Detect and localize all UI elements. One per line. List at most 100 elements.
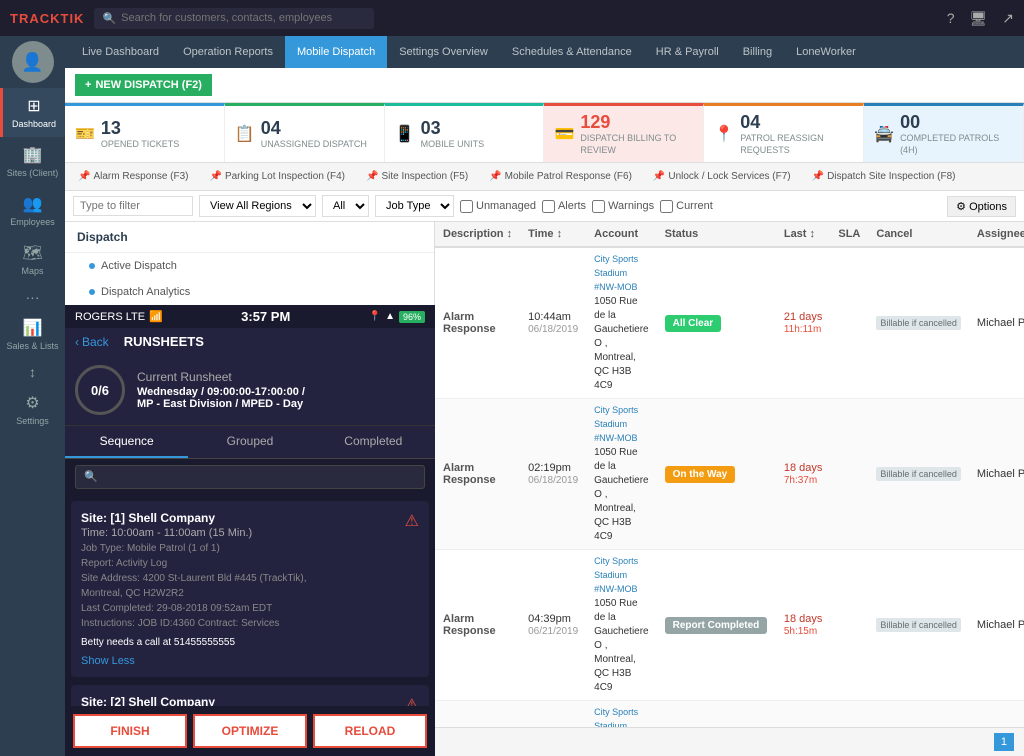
- cell-account: City Sports Stadium #NW-MOB1050 Rue de l…: [586, 550, 656, 701]
- tab-billing[interactable]: Billing: [731, 36, 784, 68]
- tab-completed[interactable]: Completed: [312, 426, 435, 458]
- carrier-text: ROGERS LTE: [75, 311, 145, 323]
- optimize-button[interactable]: OPTIMIZE: [193, 714, 307, 748]
- stats-row: 🎫 13 OPENED TICKETS 📋 04 UNASSIGNED DISP…: [65, 103, 1024, 163]
- options-button[interactable]: ⚙ Options: [947, 196, 1016, 217]
- stat-patrol-reassign[interactable]: 📍 04 PATROL REASSIGN REQUESTS: [704, 103, 864, 162]
- tab-settings-overview[interactable]: Settings Overview: [387, 36, 500, 68]
- table-row: Alarm Response 10:44am06/18/2019 City Sp…: [435, 247, 1024, 399]
- sub-tab-alarm-response[interactable]: 📌 Alarm Response (F3): [70, 169, 196, 184]
- filter-row: View All Regions All Job Type Unmanaged …: [65, 191, 1024, 222]
- table-row: Alarm Response 04:39pm06/21/2019 City Sp…: [435, 550, 1024, 701]
- stat-unassigned[interactable]: 📋 04 UNASSIGNED DISPATCH: [225, 103, 385, 162]
- runsheet-info: 0/6 Current Runsheet Wednesday / 09:00:0…: [65, 355, 435, 426]
- stat-opened-tickets[interactable]: 🎫 13 OPENED TICKETS: [65, 103, 225, 162]
- dispatch-active[interactable]: Active Dispatch: [65, 253, 434, 279]
- tab-hr-payroll[interactable]: HR & Payroll: [644, 36, 731, 68]
- top-bar-icons: ? 🖥 ↗: [947, 10, 1014, 27]
- sidebar-item-sales[interactable]: 📊 Sales & Lists: [0, 310, 65, 359]
- runsheet-schedule: Wednesday / 09:00:00-17:00:00 /: [137, 386, 305, 398]
- warning-icon-1: ⚠: [405, 511, 419, 531]
- tab-operation-reports[interactable]: Operation Reports: [171, 36, 285, 68]
- sub-tab-site-inspection[interactable]: 📌 Site Inspection (F5): [358, 169, 476, 184]
- pin-icon-3: 📌: [366, 171, 378, 182]
- tab-mobile-dispatch[interactable]: Mobile Dispatch: [285, 36, 387, 68]
- mobile-search-input[interactable]: [75, 465, 425, 489]
- phone-nav-title: RUNSHEETS: [124, 334, 204, 349]
- col-last[interactable]: Last ↕: [776, 222, 831, 247]
- sidebar-item-sites[interactable]: 🏢 Sites (Client): [0, 137, 65, 186]
- tab-loneworker[interactable]: LoneWorker: [784, 36, 868, 68]
- avatar: 👤: [12, 41, 54, 83]
- dispatch-analytics[interactable]: Dispatch Analytics: [65, 279, 434, 305]
- warning-icon-2: ⚠: [405, 695, 419, 706]
- cell-sla: [830, 701, 868, 727]
- help-icon[interactable]: ?: [947, 10, 955, 27]
- sidebar-item-maps[interactable]: 🗺 Maps: [0, 235, 65, 284]
- dot-icon: [89, 263, 95, 269]
- sub-tab-unlock[interactable]: 📌 Unlock / Lock Services (F7): [645, 169, 799, 184]
- alerts-checkbox[interactable]: Alerts: [542, 200, 586, 213]
- cell-last: 18 days5h:13m: [776, 701, 831, 727]
- tab-sequence[interactable]: Sequence: [65, 426, 188, 458]
- current-checkbox[interactable]: Current: [660, 200, 713, 213]
- stat-label: OPENED TICKETS: [101, 139, 179, 151]
- stat-number: 03: [421, 118, 485, 139]
- unmanaged-checkbox[interactable]: Unmanaged: [460, 200, 536, 213]
- show-less-button-1[interactable]: Show Less: [81, 655, 419, 667]
- cell-assignee: Michael Pinsky View: [969, 550, 1024, 701]
- col-description[interactable]: Description ↕: [435, 222, 520, 247]
- stat-label: PATROL REASSIGN REQUESTS: [740, 133, 853, 156]
- search-input[interactable]: [121, 12, 366, 24]
- sidebar-item-label: Settings: [16, 416, 49, 426]
- sidebar-item-label: Sales & Lists: [6, 341, 58, 351]
- pin-icon-5: 📌: [653, 171, 665, 182]
- sidebar-item-dashboard[interactable]: ⊞ Dashboard: [0, 88, 65, 137]
- search-bar[interactable]: 🔍: [94, 8, 374, 29]
- signal-icon: 📶: [149, 310, 163, 323]
- cell-last: 18 days7h:37m: [776, 399, 831, 550]
- sidebar-item-settings[interactable]: ⚙ Settings: [0, 385, 65, 434]
- sub-tab-mobile-patrol[interactable]: 📌 Mobile Patrol Response (F6): [481, 169, 640, 184]
- job-type-select[interactable]: Job Type: [375, 195, 454, 217]
- job-detail-1: Job Type: Mobile Patrol (1 of 1) Report:…: [81, 541, 419, 650]
- settings-icon: ⚙: [25, 393, 39, 413]
- stat-completed-patrols[interactable]: 🚔 00 COMPLETED PATROLS (4H): [864, 103, 1024, 162]
- tab-schedules[interactable]: Schedules & Attendance: [500, 36, 644, 68]
- phone-status-bar: ROGERS LTE 📶 3:57 PM 📍 ▲ 96%: [65, 305, 435, 328]
- new-dispatch-button[interactable]: + NEW DISPATCH (F2): [75, 74, 212, 96]
- plus-icon: +: [85, 79, 91, 91]
- type-filter-input[interactable]: [73, 196, 193, 216]
- reload-button[interactable]: RELOAD: [313, 714, 427, 748]
- runsheet-division: MP - East Division / MPED - Day: [137, 398, 305, 410]
- notifications-icon[interactable]: 🖥: [969, 10, 987, 27]
- cell-account: City Sports Stadium #NW-MOB1050 Rue de l…: [586, 701, 656, 727]
- back-button[interactable]: ‹ Back: [75, 335, 109, 349]
- col-time[interactable]: Time ↕: [520, 222, 586, 247]
- tickets-icon: 🎫: [75, 124, 95, 144]
- table-row: Alarm Response 04:43pm06/21/2019 City Sp…: [435, 701, 1024, 727]
- tab-grouped[interactable]: Grouped: [188, 426, 311, 458]
- sub-tab-dispatch-site[interactable]: 📌 Dispatch Site Inspection (F8): [804, 169, 964, 184]
- phone-nav: ‹ Back RUNSHEETS: [65, 328, 435, 355]
- sub-tab-parking[interactable]: 📌 Parking Lot Inspection (F4): [201, 169, 353, 184]
- location-icon: 📍: [369, 311, 381, 322]
- region-select[interactable]: View All Regions: [199, 195, 316, 217]
- sidebar-item-employees[interactable]: 👥 Employees: [0, 186, 65, 235]
- cell-sla: [830, 399, 868, 550]
- page-1-button[interactable]: 1: [994, 733, 1014, 751]
- stat-number: 129: [580, 112, 693, 133]
- col-assignee: Assignee: [969, 222, 1024, 247]
- stat-label: COMPLETED PATROLS (4H): [900, 133, 1013, 156]
- left-panel: Dispatch Active Dispatch Dispatch Analyt…: [65, 222, 435, 756]
- stat-label: DISPATCH BILLING TO REVIEW: [580, 133, 693, 156]
- share-icon[interactable]: ↗: [1002, 10, 1014, 27]
- tab-live-dashboard[interactable]: Live Dashboard: [70, 36, 171, 68]
- all-select[interactable]: All: [322, 195, 369, 217]
- stat-billing-review[interactable]: 💳 129 DISPATCH BILLING TO REVIEW: [544, 103, 704, 162]
- finish-button[interactable]: FINISH: [73, 714, 187, 748]
- warnings-checkbox[interactable]: Warnings: [592, 200, 654, 213]
- stat-mobile-units[interactable]: 📱 03 MOBILE UNITS: [385, 103, 545, 162]
- nav-tabs: Live Dashboard Operation Reports Mobile …: [65, 36, 1024, 68]
- cell-time: 10:44am06/18/2019: [520, 247, 586, 399]
